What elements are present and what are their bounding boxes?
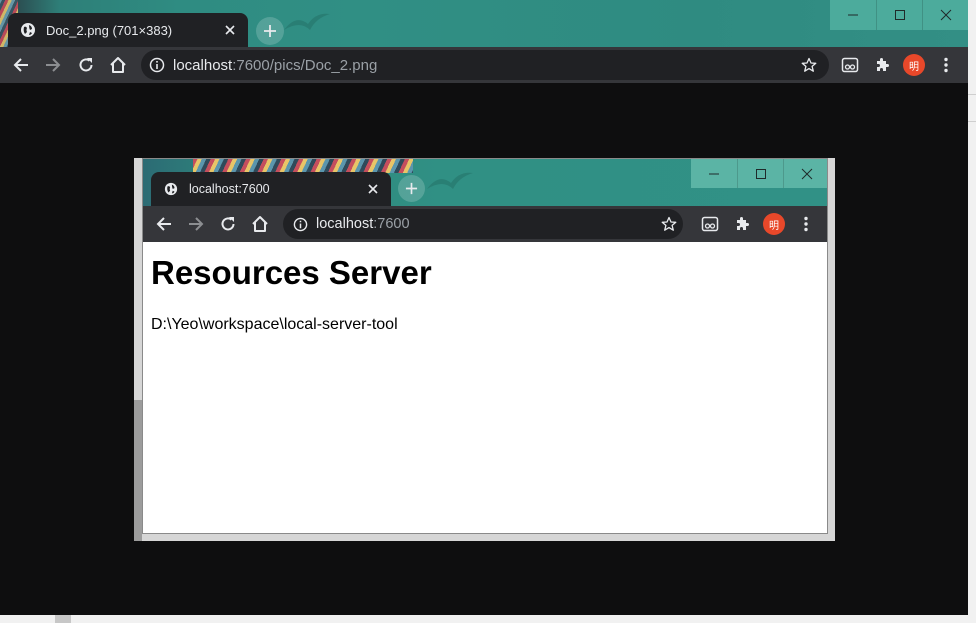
address-bar[interactable]: localhost:7600/pics/Doc_2.png — [141, 50, 829, 80]
image-shadow — [134, 400, 142, 541]
forward-button[interactable] — [37, 49, 69, 81]
inner-url-path: :7600 — [373, 216, 410, 232]
url-text[interactable]: localhost:7600/pics/Doc_2.png — [173, 57, 377, 74]
inner-reload-button — [212, 208, 244, 240]
maximize-icon — [894, 10, 905, 20]
inner-toolbar: localhost:7600 明 — [143, 206, 827, 242]
profile-button[interactable]: 明 — [898, 49, 930, 81]
forward-icon — [46, 58, 61, 72]
inner-url-text: localhost:7600 — [316, 216, 410, 232]
home-icon — [110, 57, 126, 73]
extensions-menu-button[interactable] — [866, 49, 898, 81]
tab-doc-2[interactable]: Doc_2.png (701×383) — [8, 13, 248, 47]
url-host: localhost — [173, 56, 233, 74]
maximize-icon — [755, 168, 766, 179]
inner-window-controls — [691, 159, 827, 188]
desktop-edge-bottom — [0, 615, 976, 623]
star-icon — [661, 216, 677, 231]
inner-bird-decoration-icon — [427, 172, 473, 189]
inner-address-bar: localhost:7600 — [283, 209, 683, 239]
inner-title-bar: localhost:7600 — [143, 159, 827, 206]
window-close-icon — [801, 168, 812, 179]
more-icon — [944, 57, 948, 73]
url-path: :7600/pics/Doc_2.png — [232, 56, 378, 74]
puzzle-icon — [877, 58, 889, 71]
plus-icon — [405, 182, 418, 195]
globe-icon — [163, 181, 179, 197]
info-icon — [293, 217, 308, 231]
info-icon[interactable] — [149, 57, 165, 73]
inner-profile-button: 明 — [758, 208, 790, 240]
reload-icon — [79, 58, 93, 72]
browser-window: Doc_2.png (701×383) localhost:7600/pics/… — [0, 0, 968, 615]
page-content: Resources Server D:\Yeo\workspace\local-… — [143, 242, 827, 533]
plus-icon — [264, 25, 276, 37]
inner-back-button — [148, 208, 180, 240]
inner-maximize-button — [737, 159, 783, 188]
star-icon — [801, 57, 817, 72]
page-heading: Resources Server — [151, 254, 432, 291]
maximize-button[interactable] — [876, 0, 922, 30]
extension-cast-icon — [841, 57, 859, 73]
back-icon — [13, 58, 28, 72]
back-icon — [156, 217, 171, 231]
window-close-icon — [940, 9, 951, 21]
inner-url-host: localhost — [316, 216, 374, 232]
divider — [968, 94, 976, 95]
inner-bookmark-button — [653, 208, 685, 240]
inner-theme-decoration — [193, 159, 413, 173]
scroll-handle — [55, 615, 71, 623]
inner-browser-window: localhost:7600 localhost:7600 明 Resource… — [142, 158, 828, 534]
inner-forward-button — [180, 208, 212, 240]
tab-title: Doc_2.png (701×383) — [46, 22, 173, 38]
globe-icon — [20, 22, 36, 38]
close-icon[interactable] — [222, 22, 238, 38]
inner-window-close-button — [783, 159, 827, 188]
inner-tab-localhost: localhost:7600 — [151, 172, 391, 206]
back-button[interactable] — [5, 49, 37, 81]
extension-button[interactable] — [834, 49, 866, 81]
minimize-icon — [709, 173, 719, 174]
minimize-icon — [848, 14, 858, 16]
avatar: 明 — [903, 54, 925, 76]
inner-extension-button — [694, 208, 726, 240]
bird-decoration-icon — [284, 13, 330, 30]
inner-new-tab-button — [398, 175, 425, 202]
reload-button[interactable] — [70, 49, 102, 81]
inner-minimize-button — [691, 159, 737, 188]
toolbar: localhost:7600/pics/Doc_2.png 明 — [0, 47, 968, 83]
extension-cast-icon — [701, 216, 719, 232]
home-button[interactable] — [102, 49, 134, 81]
server-path: D:\Yeo\workspace\local-server-tool — [151, 316, 398, 333]
forward-icon — [189, 217, 204, 231]
inner-tab-title: localhost:7600 — [189, 182, 270, 196]
window-close-button[interactable] — [922, 0, 968, 30]
inner-extensions-menu-button — [726, 208, 758, 240]
inner-home-button — [244, 208, 276, 240]
inner-menu-button — [790, 208, 822, 240]
window-controls — [830, 0, 968, 30]
close-icon — [365, 181, 381, 197]
menu-button[interactable] — [930, 49, 962, 81]
more-icon — [804, 216, 808, 232]
displayed-image: localhost:7600 localhost:7600 明 Resource… — [134, 158, 835, 541]
avatar: 明 — [763, 213, 785, 235]
puzzle-icon — [737, 217, 749, 230]
home-icon — [252, 216, 268, 232]
bookmark-button[interactable] — [793, 49, 825, 81]
title-bar: Doc_2.png (701×383) — [0, 0, 968, 47]
divider — [968, 121, 976, 122]
new-tab-button[interactable] — [256, 17, 284, 45]
reload-icon — [221, 217, 235, 231]
minimize-button[interactable] — [830, 0, 876, 30]
